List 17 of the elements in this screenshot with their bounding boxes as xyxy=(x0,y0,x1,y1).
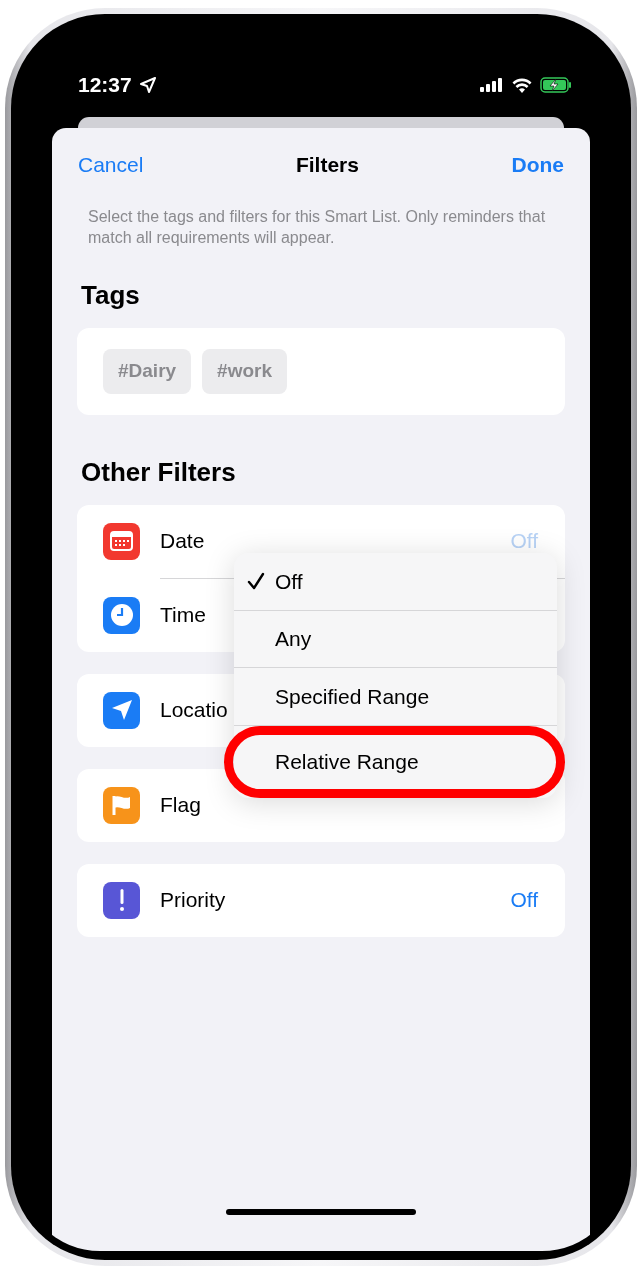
location-arrow-icon xyxy=(139,77,156,93)
signal-icon xyxy=(480,78,504,92)
section-heading: Other Filters xyxy=(80,455,237,489)
section-heading: Tags xyxy=(80,279,141,312)
menu-item[interactable]: Off xyxy=(234,553,557,611)
description-text: Select the tags and filters for this Smart List. Only reminders that match all requirements will appear. xyxy=(87,207,547,248)
sheet-title: Filters xyxy=(295,152,359,179)
cancel-button[interactable]: Cancel xyxy=(78,149,144,181)
status-time: 12:37 xyxy=(78,72,132,99)
wifi-icon xyxy=(512,77,532,93)
filter-label[interactable]: Priority xyxy=(160,884,511,916)
menu-item[interactable]: Specified Range xyxy=(234,668,557,726)
menu-item[interactable]: Any xyxy=(234,610,557,668)
menu-item[interactable]: Relative Range xyxy=(224,725,565,798)
done-button[interactable]: Done xyxy=(511,149,564,181)
battery-charging-icon xyxy=(540,77,572,93)
filter-value[interactable]: Off xyxy=(510,884,538,916)
